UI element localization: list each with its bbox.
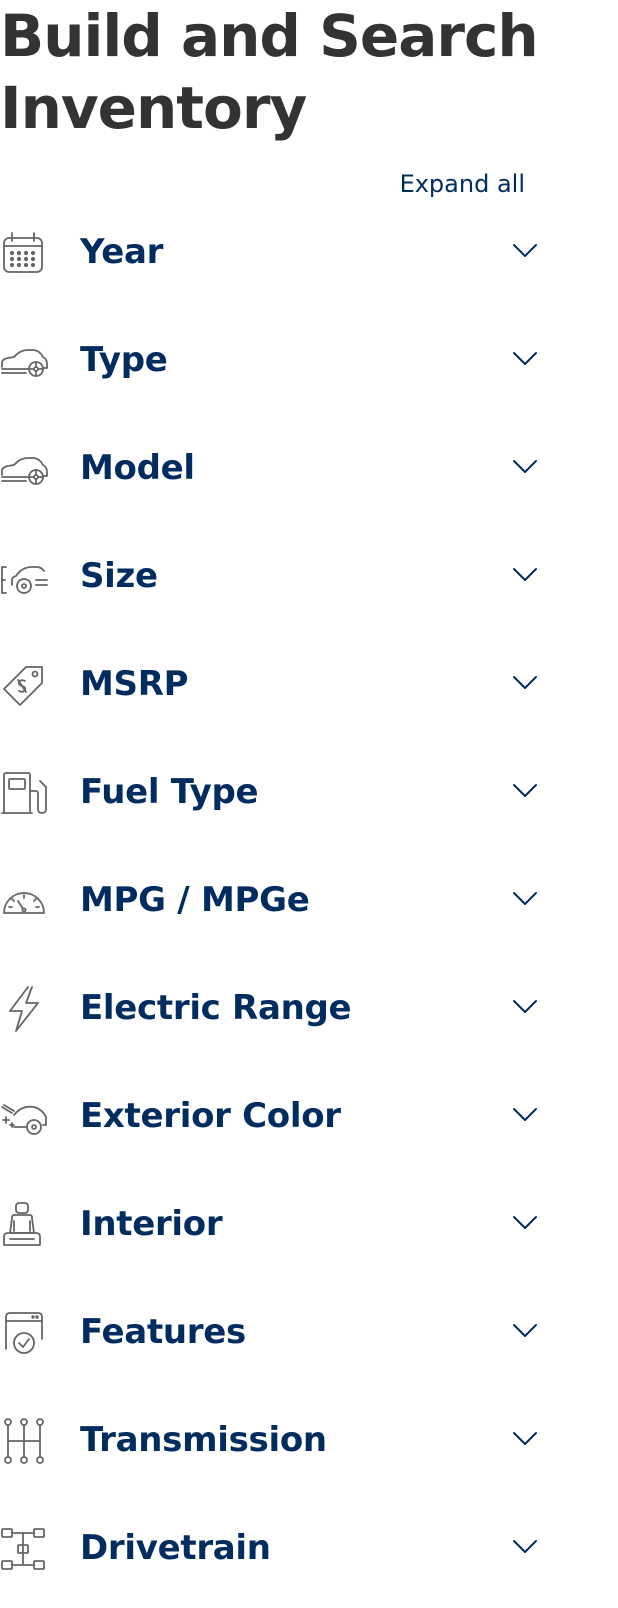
fuel-pump-icon bbox=[0, 769, 48, 817]
filter-year[interactable]: Year bbox=[0, 202, 540, 310]
page-title: Build and Search Inventory bbox=[0, 2, 539, 142]
gear-shifter-icon bbox=[0, 1417, 48, 1465]
gauge-icon bbox=[0, 877, 48, 925]
filter-label: MPG / MPGe bbox=[80, 880, 310, 920]
car-sparkle-icon bbox=[0, 1093, 48, 1141]
filter-mpg[interactable]: MPG / MPGe bbox=[0, 850, 540, 958]
filter-label: Size bbox=[80, 556, 158, 596]
chevron-down-icon[interactable] bbox=[510, 236, 540, 266]
feature-check-icon bbox=[0, 1309, 48, 1357]
chevron-down-icon[interactable] bbox=[510, 1424, 540, 1454]
filter-msrp[interactable]: MSRP bbox=[0, 634, 540, 742]
filter-type[interactable]: Type bbox=[0, 310, 540, 418]
chevron-down-icon[interactable] bbox=[510, 1532, 540, 1562]
calendar-icon bbox=[0, 229, 48, 277]
filter-label: Drivetrain bbox=[80, 1528, 271, 1568]
car-side-icon bbox=[0, 337, 48, 385]
price-tag-icon bbox=[0, 661, 48, 709]
chevron-down-icon[interactable] bbox=[510, 884, 540, 914]
filter-label: Type bbox=[80, 340, 168, 380]
filter-list: Year Type Model Size MSRP Fuel Type MPG … bbox=[0, 202, 540, 1606]
chevron-down-icon[interactable] bbox=[510, 776, 540, 806]
filter-label: Transmission bbox=[80, 1420, 327, 1460]
car-seat-icon bbox=[0, 1201, 48, 1249]
chevron-down-icon[interactable] bbox=[510, 1316, 540, 1346]
filter-label: Model bbox=[80, 448, 195, 488]
filter-interior[interactable]: Interior bbox=[0, 1174, 540, 1282]
filter-transmission[interactable]: Transmission bbox=[0, 1390, 540, 1498]
filter-fuel-type[interactable]: Fuel Type bbox=[0, 742, 540, 850]
expand-all-link[interactable]: Expand all bbox=[400, 168, 525, 200]
chevron-down-icon[interactable] bbox=[510, 668, 540, 698]
chevron-down-icon[interactable] bbox=[510, 560, 540, 590]
filter-label: Year bbox=[80, 232, 164, 272]
chevron-down-icon[interactable] bbox=[510, 452, 540, 482]
chevron-down-icon[interactable] bbox=[510, 344, 540, 374]
filter-drivetrain[interactable]: Drivetrain bbox=[0, 1498, 540, 1606]
filter-size[interactable]: Size bbox=[0, 526, 540, 634]
filter-features[interactable]: Features bbox=[0, 1282, 540, 1390]
car-side-icon bbox=[0, 445, 48, 493]
filter-label: MSRP bbox=[80, 664, 189, 704]
chevron-down-icon[interactable] bbox=[510, 1208, 540, 1238]
car-size-icon bbox=[0, 553, 48, 601]
chevron-down-icon[interactable] bbox=[510, 992, 540, 1022]
filter-label: Features bbox=[80, 1312, 246, 1352]
drivetrain-icon bbox=[0, 1525, 48, 1573]
filter-label: Interior bbox=[80, 1204, 223, 1244]
filter-label: Fuel Type bbox=[80, 772, 259, 812]
filter-exterior-color[interactable]: Exterior Color bbox=[0, 1066, 540, 1174]
chevron-down-icon[interactable] bbox=[510, 1100, 540, 1130]
filter-label: Electric Range bbox=[80, 988, 352, 1028]
filter-model[interactable]: Model bbox=[0, 418, 540, 526]
lightning-bolt-icon bbox=[0, 985, 48, 1033]
filter-label: Exterior Color bbox=[80, 1096, 341, 1136]
filter-electric-range[interactable]: Electric Range bbox=[0, 958, 540, 1066]
